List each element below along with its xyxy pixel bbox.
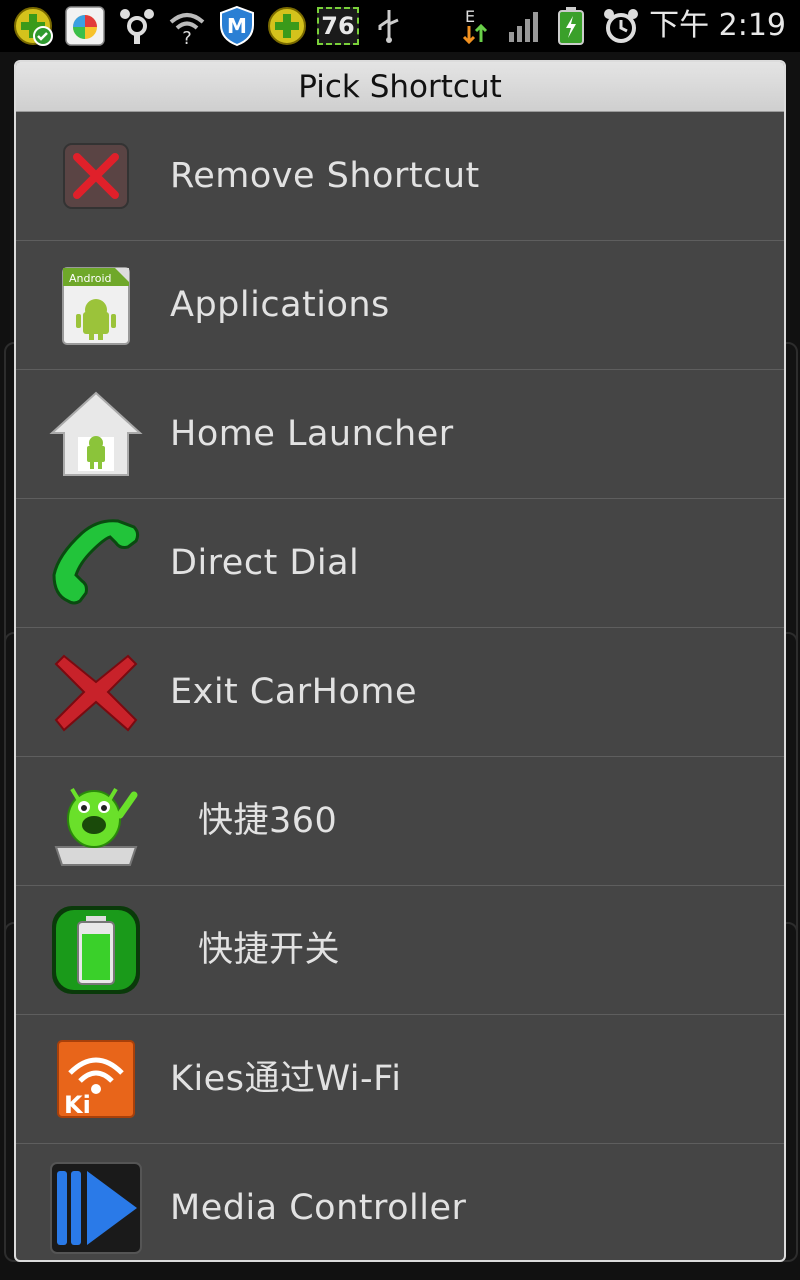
list-item-remove-shortcut[interactable]: Remove Shortcut xyxy=(16,112,784,241)
svg-text:Ki: Ki xyxy=(64,1091,91,1119)
usb-icon xyxy=(368,5,410,47)
pick-shortcut-dialog: Pick Shortcut Remove Shortcut Android Ap… xyxy=(14,60,786,1262)
signal-strength-icon xyxy=(502,5,544,47)
list-item-label: Remove Shortcut xyxy=(170,156,480,196)
battery-percent-badge: 76 xyxy=(316,5,360,47)
list-item-media-controller[interactable]: Media Controller xyxy=(16,1144,784,1260)
phone-handset-icon xyxy=(46,513,146,613)
list-item-label: Home Launcher xyxy=(170,414,454,454)
exit-x-icon xyxy=(46,642,146,742)
kies-wifi-icon: Ki xyxy=(46,1029,146,1129)
dialog-title-bar: Pick Shortcut xyxy=(16,62,784,112)
battery-charging-icon xyxy=(550,5,592,47)
dialog-title: Pick Shortcut xyxy=(298,68,502,105)
alarm-clock-icon xyxy=(600,5,642,47)
svg-text:?: ? xyxy=(182,28,192,46)
list-item-label: 快捷360 xyxy=(198,801,338,841)
shortcut-list: Remove Shortcut Android Applications Hom… xyxy=(16,112,784,1260)
battery-toggle-icon xyxy=(46,900,146,1000)
list-item-label: Direct Dial xyxy=(170,543,360,583)
green-monster-icon xyxy=(46,771,146,871)
remove-x-icon xyxy=(46,126,146,226)
data-transfer-icon: E xyxy=(454,5,496,47)
jellyfish-icon xyxy=(116,5,158,47)
list-item-quick-360[interactable]: 快捷360 xyxy=(16,757,784,886)
list-item-home-launcher[interactable]: Home Launcher xyxy=(16,370,784,499)
list-item-exit-carhome[interactable]: Exit CarHome xyxy=(16,628,784,757)
home-launcher-icon xyxy=(46,384,146,484)
status-bar: ? M 76 E 下午 2:19 xyxy=(0,0,800,52)
battery-percent-text: 76 xyxy=(321,12,355,40)
360-security-icon xyxy=(12,5,54,47)
list-item-direct-dial[interactable]: Direct Dial xyxy=(16,499,784,628)
network-type-text: E xyxy=(465,7,475,26)
wifi-question-icon: ? xyxy=(166,5,208,47)
app-store-icon xyxy=(64,5,106,47)
list-item-label: Exit CarHome xyxy=(170,672,418,712)
plus-badge-icon xyxy=(266,5,308,47)
list-item-label: Applications xyxy=(170,285,390,325)
status-time: 下午 2:19 xyxy=(649,8,786,43)
media-play-icon xyxy=(46,1158,146,1258)
shield-m-icon: M xyxy=(216,5,258,47)
svg-text:Android: Android xyxy=(69,272,112,285)
list-item-label: Kies通过Wi-Fi xyxy=(170,1059,402,1099)
list-item-quick-switch[interactable]: 快捷开关 xyxy=(16,886,784,1015)
list-item-applications[interactable]: Android Applications xyxy=(16,241,784,370)
list-item-label: 快捷开关 xyxy=(198,930,341,970)
list-item-label: Media Controller xyxy=(170,1188,467,1228)
android-apps-icon: Android xyxy=(46,255,146,355)
svg-text:M: M xyxy=(227,14,247,38)
list-item-kies-wifi[interactable]: Ki Kies通过Wi-Fi xyxy=(16,1015,784,1144)
